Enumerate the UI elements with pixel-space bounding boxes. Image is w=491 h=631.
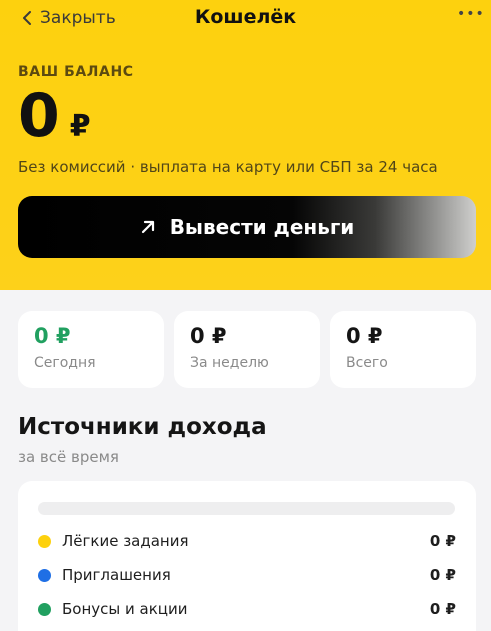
section-subtitle: за всё время [18,448,119,466]
balance-label: ВАШ БАЛАНС [18,64,134,80]
page-title: Кошелёк [194,6,297,28]
source-label: Бонусы и акции [62,600,188,618]
income-sources-card: Лёгкие задания 0 ₽ Приглашения 0 ₽ Бонус… [18,481,476,631]
blue-dot-icon [38,568,51,582]
balance-currency: ₽ [69,109,91,144]
stat-card-total: 0 ₽ Всего [330,311,476,388]
list-item-bonuses[interactable]: Бонусы и акции 0 ₽ [38,597,456,621]
source-value: 0 ₽ [429,566,456,584]
stat-value: 0 ₽ [34,324,71,348]
stat-value: 0 ₽ [190,324,227,348]
top-bar: Закрыть Кошелёк ••• [0,0,491,36]
balance-value: 0 [18,81,60,151]
stat-value: 0 ₽ [346,324,383,348]
stat-label: Всего [346,355,388,371]
withdraw-label: Вывести деньги [169,215,355,239]
list-item-invitations[interactable]: Приглашения 0 ₽ [38,563,456,587]
list-item-easy-tasks[interactable]: Лёгкие задания 0 ₽ [38,529,456,553]
source-label: Лёгкие задания [62,532,189,550]
more-options-icon[interactable]: ••• [457,6,484,28]
stat-label: Сегодня [34,355,96,371]
stat-label: За неделю [190,355,269,371]
stat-card-today: 0 ₽ Сегодня [18,311,164,388]
balance-note: Без комиссий · выплата на карту или СБП … [18,158,438,176]
withdraw-button[interactable]: Вывести деньги [18,196,476,258]
source-label: Приглашения [62,566,171,584]
balance-hero: Закрыть Кошелёк ••• ВАШ БАЛАНС 0 ₽ Без к… [0,0,491,290]
arrow-up-right-icon [141,220,154,234]
income-progress-bar [38,502,455,515]
stat-card-week: 0 ₽ За неделю [174,311,320,388]
balance-amount: 0 ₽ [18,80,91,152]
source-value: 0 ₽ [429,532,456,550]
green-dot-icon [38,602,51,616]
yellow-dot-icon [38,534,51,548]
section-title: Источники дохода [18,414,267,440]
source-value: 0 ₽ [429,600,456,618]
